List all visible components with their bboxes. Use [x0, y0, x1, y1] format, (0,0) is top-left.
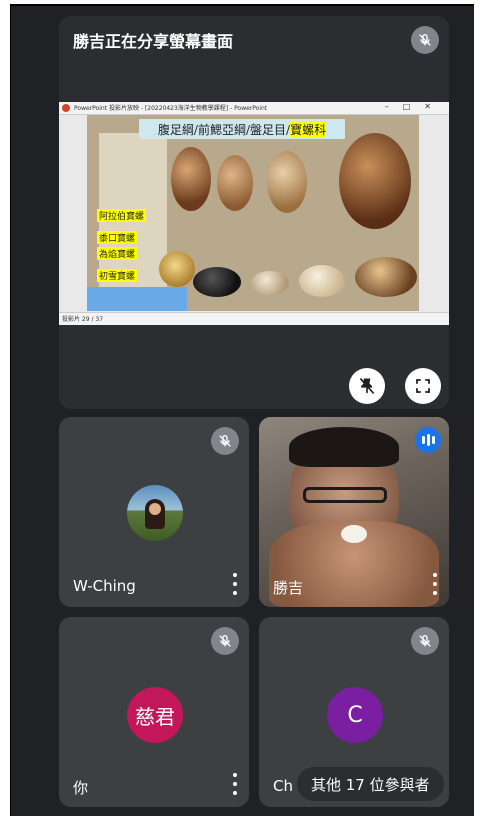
presentation-title: 勝吉正在分享螢幕畫面 [73, 32, 234, 51]
participant-video-tile[interactable]: 勝吉 [259, 417, 449, 607]
slide-heading-box: 腹足綱/前鰓亞綱/盤足目/寶螺科 [139, 119, 345, 139]
mic-off-icon [411, 627, 439, 655]
slide-label: 阿拉伯寶螺 [97, 209, 147, 222]
participant-name: Ch [273, 777, 293, 795]
avatar-text: 慈君 [135, 704, 175, 729]
meeting-frame: 勝吉正在分享螢幕畫面 PowerPoint 投影片放映 - [20220423海… [10, 4, 474, 816]
cowrie-shell [251, 271, 289, 295]
powerpoint-statusbar: 投影片 29 / 37 [59, 312, 449, 325]
cowrie-shell [355, 257, 417, 297]
participant-name: 勝吉 [273, 579, 304, 597]
mic-off-icon [211, 627, 239, 655]
fullscreen-icon [416, 379, 430, 393]
cowrie-shell [299, 265, 345, 297]
other-participants-label: 其他 17 位參與者 [311, 775, 430, 794]
cowrie-shell [171, 147, 211, 211]
slide-counter: 投影片 29 / 37 [62, 316, 104, 323]
speaking-indicator-icon [415, 427, 441, 453]
powerpoint-icon [62, 104, 70, 112]
cowrie-shell [267, 151, 307, 213]
shared-screen: PowerPoint 投影片放映 - [20220423海洋生物教學課程] - … [59, 102, 449, 325]
powerpoint-titlebar: PowerPoint 投影片放映 - [20220423海洋生物教學課程] - … [59, 102, 449, 115]
unpin-button[interactable] [349, 368, 385, 404]
video-hair [289, 427, 399, 467]
participant-tile[interactable]: 慈君 你 [59, 617, 249, 807]
more-options-button[interactable] [429, 573, 441, 595]
window-controls[interactable]: –□✕ [385, 102, 445, 111]
cowrie-shell [193, 267, 241, 297]
avatar-text: C [347, 702, 363, 728]
fullscreen-button[interactable] [405, 368, 441, 404]
slide: 腹足綱/前鰓亞綱/盤足目/寶螺科 阿拉伯寶螺 黍口寶螺 為焰寶螺 初雪寶螺 [87, 115, 419, 311]
presentation-tile[interactable]: 勝吉正在分享螢幕畫面 PowerPoint 投影片放映 - [20220423海… [59, 16, 449, 409]
slide-heading-highlight: 寶螺科 [290, 120, 327, 138]
mic-off-icon [411, 26, 439, 54]
participant-tile[interactable]: W-Ching [59, 417, 249, 607]
cowrie-shell [339, 133, 411, 229]
slide-label: 初雪寶螺 [97, 269, 138, 282]
slide-label: 黍口寶螺 [97, 231, 138, 244]
mic-off-icon [211, 427, 239, 455]
window-title: PowerPoint 投影片放映 - [20220423海洋生物教學課程] - … [74, 105, 268, 112]
avatar: 慈君 [127, 687, 183, 743]
cowrie-shell [217, 155, 253, 211]
slide-heading: 腹足綱/前鰓亞綱/盤足目/ [157, 122, 291, 137]
participant-name: 你 [73, 779, 89, 797]
avatar: C [327, 687, 383, 743]
unpin-icon [359, 377, 375, 395]
other-participants-pill[interactable]: 其他 17 位參與者 [297, 767, 444, 801]
participant-name: W-Ching [73, 577, 136, 595]
more-options-button[interactable] [229, 773, 241, 795]
avatar-face [149, 503, 161, 515]
slide-label: 為焰寶螺 [97, 247, 138, 260]
slide-blue-panel [87, 287, 187, 311]
video-shell [341, 525, 367, 543]
video-glasses [303, 487, 387, 503]
more-options-button[interactable] [229, 573, 241, 595]
avatar [127, 485, 183, 541]
coin-image [159, 251, 195, 287]
participant-tile[interactable]: C Ch 其他 17 位參與者 [259, 617, 449, 807]
